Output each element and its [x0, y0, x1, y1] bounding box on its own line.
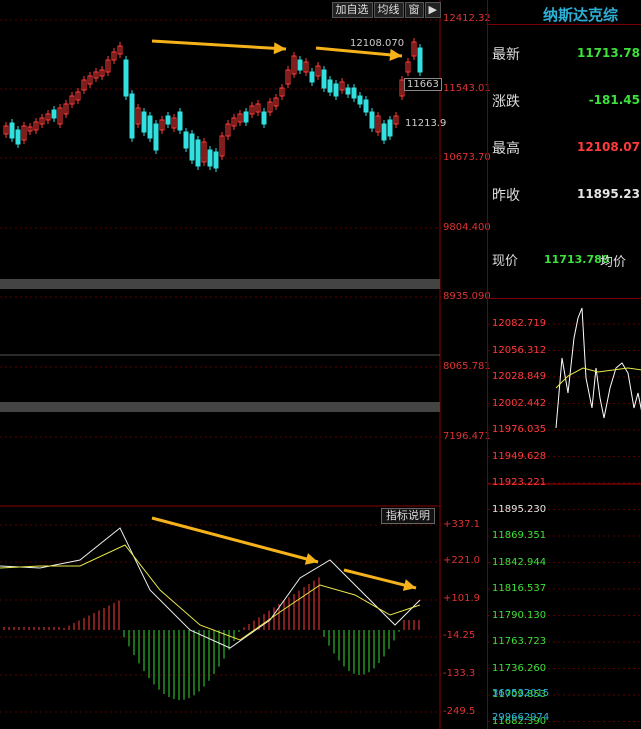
volume-label: 360532015: [492, 688, 550, 699]
candle-body: [309, 71, 315, 83]
macd-axis-label: +221.0: [443, 555, 481, 566]
candle-body: [9, 122, 15, 139]
candle-body: [351, 87, 357, 99]
price-axis-label: 7196.471: [443, 431, 491, 442]
dea-line: [0, 544, 421, 641]
low-annotation: 11213.9: [405, 118, 447, 129]
candle-body: [213, 151, 219, 169]
current-price-tag: 11663: [404, 78, 442, 91]
candle-body: [261, 111, 267, 125]
candle-body: [333, 83, 339, 97]
latest-value: 11713.78: [576, 46, 640, 60]
macd-axis-label: +101.9: [443, 593, 481, 604]
prev-close-label: 昨收: [492, 188, 520, 204]
price-axis-label: 12412.32: [443, 13, 491, 24]
annotation-arrowhead: [273, 42, 286, 55]
high-label: 最高: [492, 141, 520, 157]
candle-body: [357, 95, 363, 105]
prev-close-value: 11895.23: [576, 187, 640, 201]
chart-toolbar: 加自选 均线 窗 ▶: [331, 2, 441, 18]
index-title: 纳斯达克综: [543, 6, 619, 24]
separator-bar: [0, 402, 440, 412]
volume-label: 299662974: [492, 712, 550, 723]
macd-axis-label: -14.25: [443, 630, 476, 641]
candle-body: [387, 119, 393, 137]
candle-body: [195, 139, 201, 167]
candle-body: [327, 79, 333, 93]
diff-line: [0, 527, 421, 649]
candle-body: [243, 111, 249, 123]
candle-body: [141, 111, 147, 133]
high-value: 12108.07: [576, 140, 640, 154]
ma-line-button[interactable]: 均线: [373, 2, 404, 18]
annotation-arrow: [151, 39, 287, 51]
macd-axis-label: -249.5: [443, 706, 476, 717]
price-axis-label: 10673.70: [443, 152, 491, 163]
indicator-help-button[interactable]: 指标说明: [381, 508, 435, 524]
quote-panel: 纳斯达克综 最新 11713.78 涨跌 -181.45 最高 12108.07…: [487, 0, 641, 729]
candle-body: [321, 69, 327, 89]
now-price-label: 现价: [492, 254, 519, 269]
intraday-axis-label: 11976.035: [492, 424, 547, 435]
candle-body: [147, 115, 153, 139]
macd-axis-label: +337.1: [443, 519, 481, 530]
price-axis-label: 8935.090: [443, 291, 491, 302]
candle-body: [153, 123, 159, 151]
candle-body: [345, 87, 351, 95]
annotation-arrow: [315, 46, 403, 58]
candle-body: [15, 129, 21, 145]
high-annotation: 12108.070: [350, 38, 405, 49]
candle-body: [369, 111, 375, 129]
kline-svg[interactable]: [0, 0, 441, 729]
intraday-axis-label: 11895.230: [492, 503, 547, 515]
intraday-axis-label: 11949.628: [492, 450, 547, 462]
candle-body: [189, 133, 195, 161]
candle-body: [129, 93, 135, 139]
intraday-axis-label: 11816.537: [492, 583, 547, 594]
candle-body: [51, 109, 57, 119]
macd-axis-label: -133.3: [443, 668, 476, 679]
price-axis-label: 11543.01: [443, 83, 491, 94]
candle-body: [363, 99, 369, 113]
divider: [488, 24, 641, 25]
candle-body: [207, 149, 213, 167]
candle-body: [177, 111, 183, 131]
intraday-axis-label: 12002.442: [492, 397, 547, 409]
main-kline-chart[interactable]: 加自选 均线 窗 ▶ 12108.070 11213.9 11663 指标说明: [0, 0, 446, 729]
intraday-axis-label: 11869.351: [492, 530, 547, 541]
intraday-axis-label: 12028.849: [492, 371, 547, 382]
candle-body: [381, 123, 387, 141]
intraday-axis-label: 11923.221: [492, 477, 547, 488]
intraday-axis-label: 11790.130: [492, 609, 547, 621]
intraday-axis-label: 12056.312: [492, 344, 547, 356]
price-axis-label: 9804.400: [443, 222, 491, 233]
intraday-axis-label: 11842.944: [492, 556, 547, 568]
intraday-axis-label: 11736.260: [492, 662, 547, 674]
intraday-axis-label: 12082.719: [492, 318, 547, 329]
candle-body: [297, 59, 303, 71]
change-label: 涨跌: [492, 94, 520, 110]
intraday-axis-label: 11763.723: [492, 636, 547, 647]
window-button[interactable]: 窗: [404, 2, 424, 18]
separator-bar: [0, 279, 440, 289]
candle-body: [417, 47, 423, 73]
collapse-arrow-icon[interactable]: ▶: [424, 2, 441, 18]
price-axis-label: 8065.781: [443, 361, 491, 372]
annotation-arrowhead: [389, 48, 402, 61]
latest-label: 最新: [492, 47, 520, 63]
change-value: -181.45: [588, 93, 640, 107]
candle-body: [183, 131, 189, 149]
avg-price-label: 均价: [600, 255, 627, 270]
candle-body: [123, 59, 129, 97]
add-watchlist-button[interactable]: 加自选: [331, 2, 373, 18]
candle-body: [165, 115, 171, 125]
